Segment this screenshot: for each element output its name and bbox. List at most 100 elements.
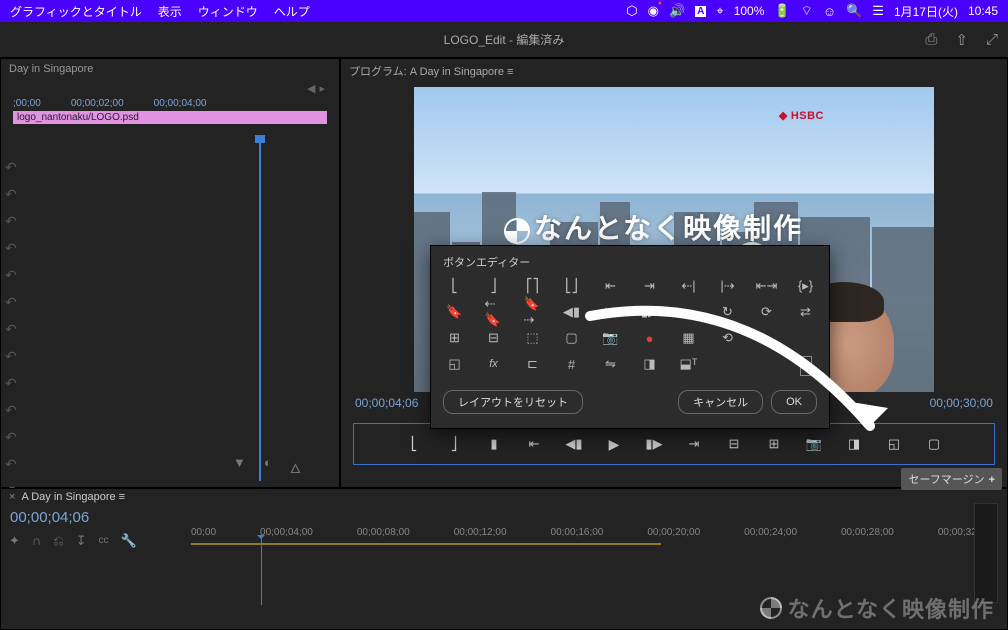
source-clip[interactable]: logo_nantonaku/LOGO.psd [13, 111, 327, 124]
mark-selection-icon[interactable]: ⎣⎦ [563, 278, 581, 294]
status-cube-icon[interactable]: ⬡ [626, 3, 637, 19]
timeline-ruler[interactable]: 00;00 00;00;04;00 00;00;08;00 00;00;12;0… [191, 527, 977, 543]
multicam-icon[interactable]: ▦ [680, 330, 698, 346]
share-icon[interactable]: ⇧ [955, 31, 968, 49]
go-to-in-icon[interactable]: ⇤ [525, 435, 543, 453]
guides-icon[interactable]: # [563, 356, 581, 372]
snap-icon[interactable]: ✦ [9, 533, 20, 549]
reset-layout-button[interactable]: レイアウトをリセット [443, 390, 583, 414]
clear-both-icon[interactable]: ⇤⇥ [758, 278, 776, 294]
undo-icon[interactable]: ↶ [5, 429, 17, 446]
comparison-icon[interactable]: ⇋ [602, 356, 620, 372]
undo-icon[interactable]: ↶ [5, 159, 17, 176]
undo-icon[interactable]: ↶ [5, 321, 17, 338]
proxy-icon[interactable]: ◱ [885, 435, 903, 453]
comparison-icon[interactable]: ◨ [845, 435, 863, 453]
vr-toggle-icon[interactable]: ⬓ᵀ [680, 356, 698, 372]
clear-out-icon[interactable]: |⇢ [719, 278, 737, 294]
stop-icon[interactable]: ■ [680, 304, 698, 320]
battery-icon[interactable]: 🔋 [774, 3, 790, 19]
undo-icon[interactable]: ↶ [5, 294, 17, 311]
insert-icon[interactable]: ⊞ [446, 330, 464, 346]
ok-button[interactable]: OK [771, 390, 817, 414]
undo-icon[interactable]: ↶ [5, 375, 17, 392]
mark-out-icon[interactable]: ⎦ [485, 278, 503, 294]
record-icon[interactable]: ● [641, 330, 659, 346]
extract-icon[interactable]: ⊞ [765, 435, 783, 453]
undo-icon[interactable]: ↶ [5, 186, 17, 203]
play-inout-icon[interactable]: {▸} [797, 278, 815, 294]
fullscreen-icon[interactable]: ⤢ [986, 31, 998, 49]
add-key-icon[interactable]: ▸ [319, 82, 325, 95]
menubar-date[interactable]: 1月17日(火) [894, 3, 958, 20]
prev-key-icon[interactable]: ◀ [307, 82, 315, 95]
sequence-tab[interactable]: ×A Day in Singapore ≡ [9, 491, 125, 503]
undo-icon[interactable]: ↶ [5, 402, 17, 419]
user-icon[interactable]: ☺ [823, 4, 836, 19]
lift-icon[interactable]: ⊟ [725, 435, 743, 453]
link-icon[interactable]: ∩ [32, 533, 41, 549]
safe-margin-icon[interactable]: ▢ [563, 330, 581, 346]
program-tc-current[interactable]: 00;00;04;06 [355, 396, 418, 413]
tag-icon[interactable]: 🜂 [290, 455, 301, 481]
wifi-icon[interactable]: ⌔ [801, 3, 813, 19]
proxy-toggle-icon[interactable]: ◱ [446, 356, 464, 372]
spotlight-icon[interactable]: 🔍 [846, 3, 862, 19]
undo-icon[interactable]: ↶ [5, 213, 17, 230]
prev-marker-icon[interactable]: ⇠🔖 [485, 304, 503, 320]
ruler-icon[interactable]: ⊏ [524, 356, 542, 372]
step-back-icon[interactable]: ◀▮ [563, 304, 581, 320]
bluetooth-icon[interactable]: ⌖ [716, 3, 723, 19]
mark-in-icon[interactable]: ⎣ [405, 435, 423, 453]
clear-in-icon[interactable]: ⇠| [680, 278, 698, 294]
step-back-icon[interactable]: ◀▮ [565, 435, 583, 453]
loop-icon[interactable]: ⟳ [758, 304, 776, 320]
insert-icon[interactable]: ↧ [76, 533, 87, 549]
menu-graphics[interactable]: グラフィックとタイトル [10, 3, 142, 20]
filter-icon[interactable]: ▼ [233, 455, 246, 481]
go-out-icon[interactable]: ⇥ [641, 278, 659, 294]
export-icon[interactable]: ⎙ [925, 31, 937, 49]
menu-window[interactable]: ウィンドウ [198, 3, 258, 20]
play-icon[interactable]: ▶ [602, 304, 620, 320]
mark-out-icon[interactable]: ⎦ [445, 435, 463, 453]
play-icon[interactable]: ▶ [605, 435, 623, 453]
toggle-view-icon[interactable]: ⟲ [719, 330, 737, 346]
export-frame-icon[interactable]: 📷 [602, 330, 620, 346]
shuttle-icon[interactable]: ⇄ [797, 304, 815, 320]
source-ruler[interactable]: ;00;00 00;00;02;00 00;00;04;00 [1, 98, 339, 109]
timeline-timecode[interactable]: 00;00;04;06 [10, 509, 89, 526]
menu-view[interactable]: 表示 [158, 3, 182, 20]
input-icon[interactable]: A [695, 6, 706, 17]
undo-icon[interactable]: ↶ [5, 240, 17, 257]
export-frame-icon[interactable]: 📷 [805, 435, 823, 453]
timeline-playhead[interactable] [261, 535, 262, 605]
fx-icon[interactable]: fx [485, 356, 503, 372]
wrench-icon[interactable]: 🔧 [121, 533, 137, 549]
source-playhead[interactable] [259, 141, 261, 481]
undo-icon[interactable]: ↶ [5, 348, 17, 365]
vr-icon[interactable]: ◨ [641, 356, 659, 372]
control-center-icon[interactable]: ☰ [872, 3, 884, 19]
play-around-icon[interactable]: ↻ [719, 304, 737, 320]
next-marker-icon[interactable]: 🔖⇢ [524, 304, 542, 320]
volume-icon[interactable]: 🔊 [669, 3, 685, 19]
spacer-icon[interactable] [800, 356, 812, 376]
mark-clip-icon[interactable]: ⎡⎤ [524, 278, 542, 294]
close-icon[interactable]: × [9, 491, 15, 503]
go-in-icon[interactable]: ⇤ [602, 278, 620, 294]
safe-margin-icon[interactable]: ▢ [925, 435, 943, 453]
cancel-button[interactable]: キャンセル [678, 390, 763, 414]
lift-icon[interactable]: ⬚ [524, 330, 542, 346]
menubar-time[interactable]: 10:45 [968, 4, 998, 18]
undo-icon[interactable]: ↶ [5, 456, 17, 473]
marker-icon[interactable]: 🔖 [446, 304, 464, 320]
marker-icon[interactable]: ⎌ [53, 533, 63, 549]
mark-in-icon[interactable]: ⎣ [446, 278, 464, 294]
go-to-out-icon[interactable]: ⇥ [685, 435, 703, 453]
overwrite-icon[interactable]: ⊟ [485, 330, 503, 346]
menu-help[interactable]: ヘルプ [274, 3, 310, 20]
cc-icon[interactable]: ᴄᴄ [99, 533, 109, 549]
status-record-icon[interactable]: ◉● [648, 3, 659, 19]
step-fwd-icon[interactable]: ▮▶ [645, 435, 663, 453]
